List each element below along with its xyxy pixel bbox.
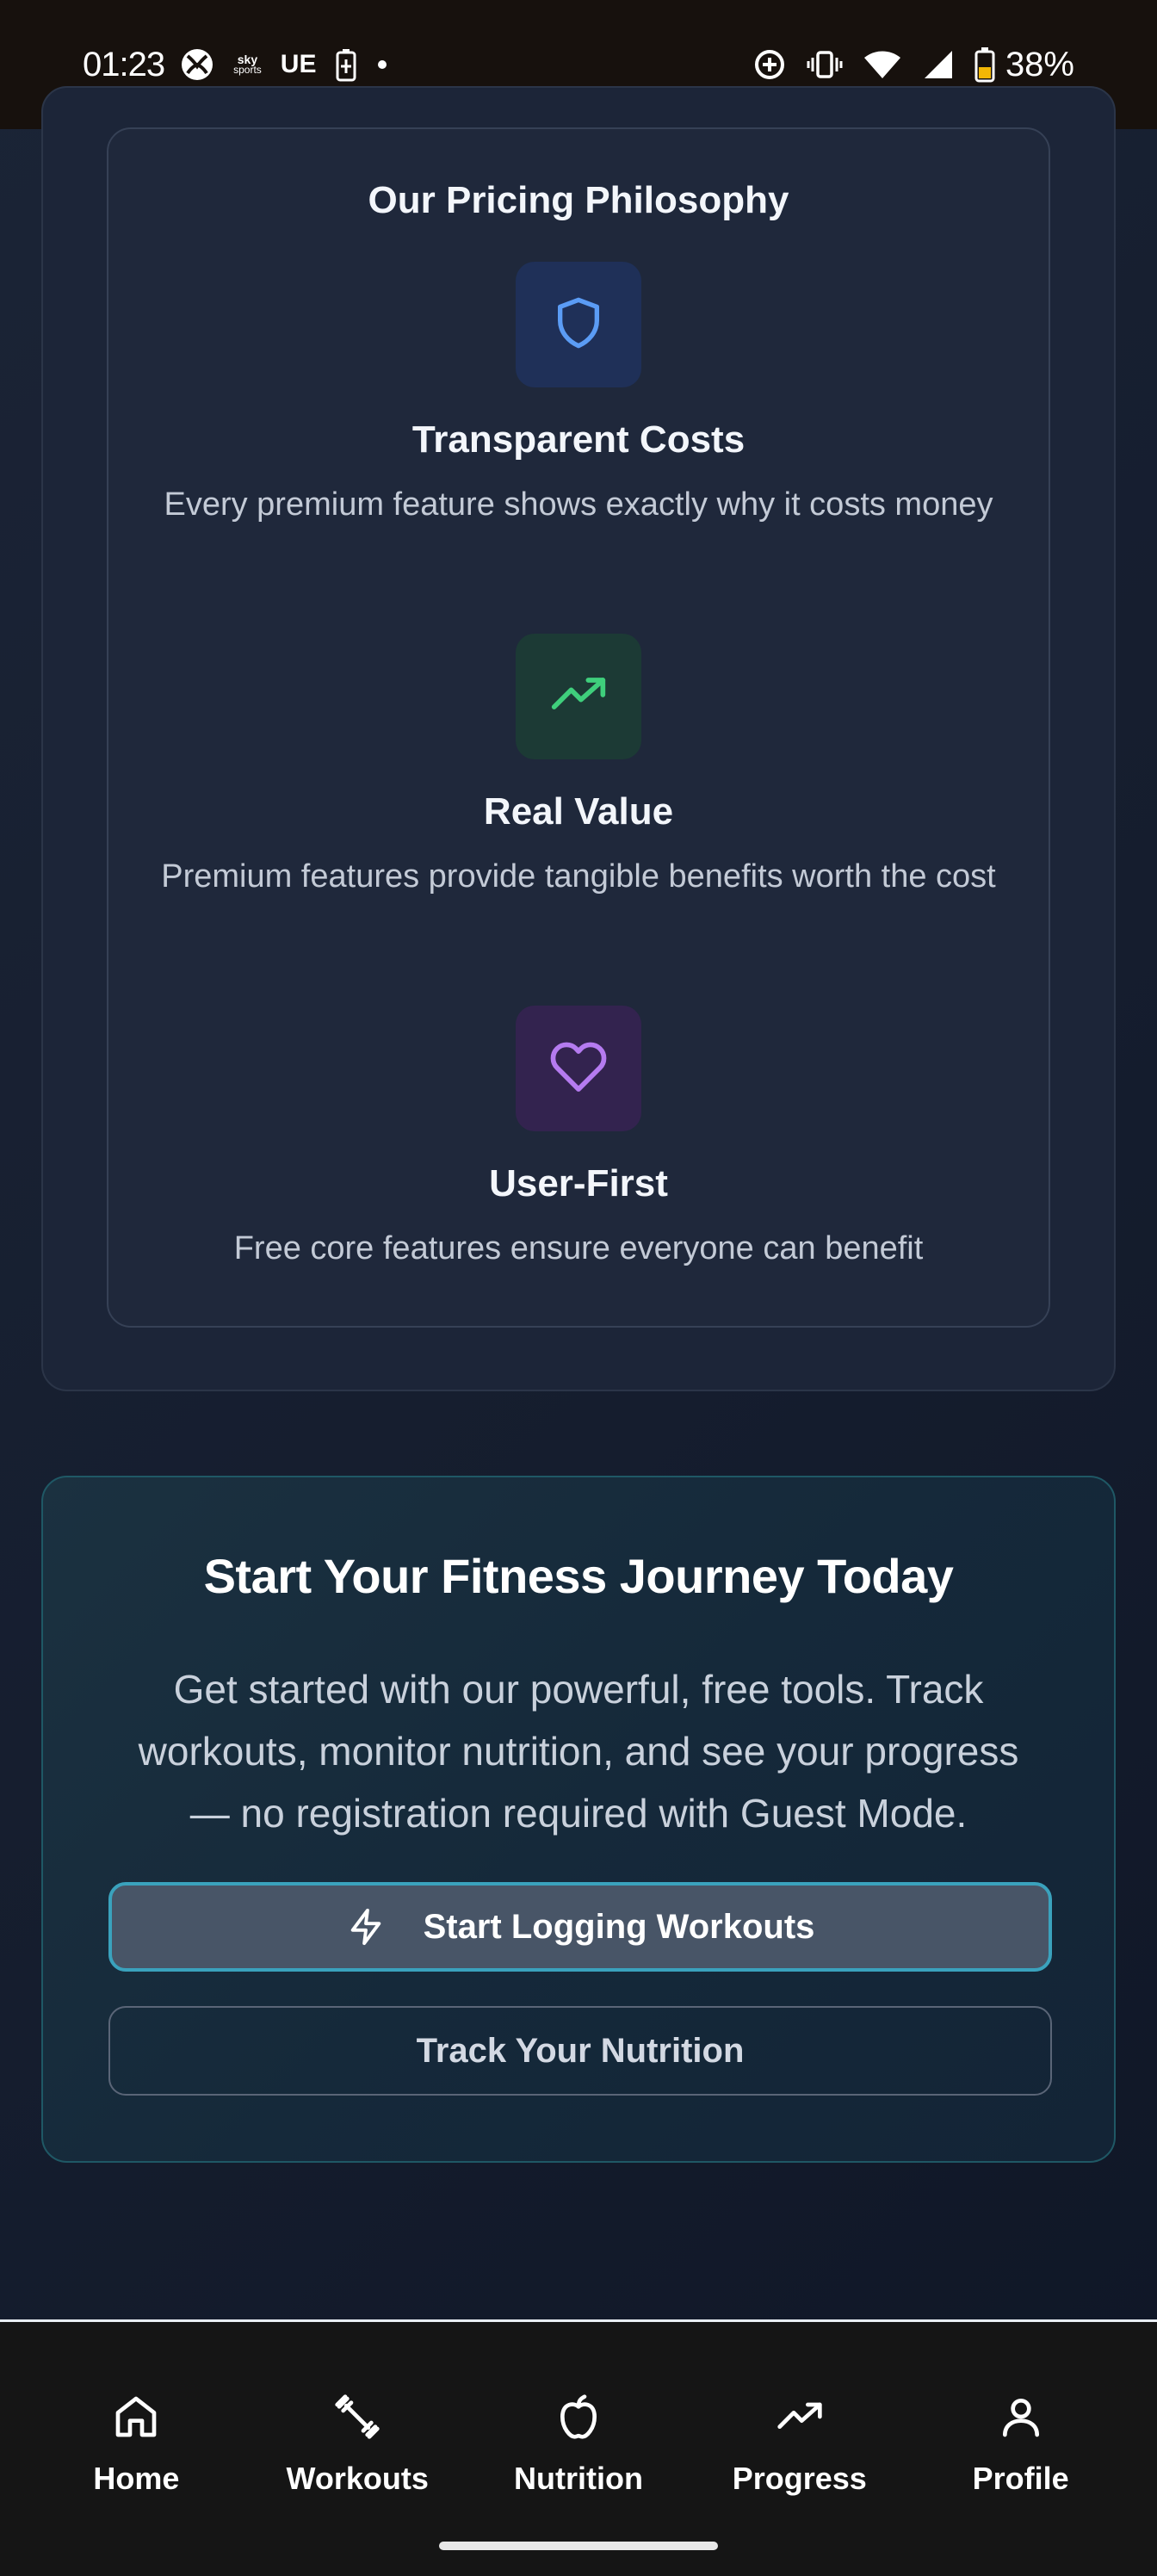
cta-title: Start Your Fitness Journey Today [203, 1549, 954, 1603]
heart-icon-box [516, 1006, 641, 1131]
nav-label-workouts: Workouts [286, 2461, 429, 2496]
lightning-icon [346, 1907, 386, 1947]
apple-icon [554, 2393, 603, 2445]
start-logging-workouts-label: Start Logging Workouts [423, 1907, 815, 1946]
status-right: 38% [752, 46, 1074, 84]
cta-description: Get started with our powerful, free tool… [138, 1667, 1019, 1836]
feature-title: User-First [489, 1162, 668, 1204]
battery-icon [974, 46, 995, 83]
heart-icon [549, 1037, 608, 1100]
status-left: 01:23 sky sports UE [83, 46, 407, 84]
home-indicator[interactable] [439, 2542, 718, 2550]
start-logging-workouts-button[interactable]: Start Logging Workouts [108, 1882, 1052, 1972]
user-icon [997, 2393, 1045, 2445]
feature-real-value: Real Value Premium features provide tang… [108, 634, 1049, 902]
trending-up-icon-box [516, 634, 641, 759]
nav-label-profile: Profile [972, 2461, 1069, 2496]
home-icon [112, 2393, 160, 2445]
nav-item-home[interactable]: Home [37, 2322, 235, 2576]
battery-saver-icon [335, 47, 357, 82]
feature-description: Every premium feature shows exactly why … [164, 486, 993, 523]
shield-icon [551, 295, 606, 355]
track-nutrition-button[interactable]: Track Your Nutrition [108, 2006, 1052, 2096]
pricing-philosophy-card: Our Pricing Philosophy Transparent Costs… [107, 127, 1050, 1328]
feature-description: Free core features ensure everyone can b… [233, 1230, 924, 1266]
trending-up-icon [549, 666, 608, 728]
dot-icon [376, 59, 388, 71]
nav-label-progress: Progress [732, 2461, 867, 2496]
ue-icon: UE [280, 50, 317, 78]
nav-item-progress[interactable]: Progress [701, 2322, 899, 2576]
data-saver-icon [752, 47, 787, 82]
feature-title: Transparent Costs [411, 418, 746, 461]
trending-up-icon [776, 2393, 824, 2445]
nav-item-profile[interactable]: Profile [922, 2322, 1120, 2576]
status-time: 01:23 [83, 45, 165, 84]
feature-title: Real Value [483, 790, 674, 833]
philosophy-title: Our Pricing Philosophy [368, 179, 789, 221]
battery-percent: 38% [1005, 45, 1074, 84]
vibrate-icon [806, 47, 844, 82]
feature-description: Premium features provide tangible benefi… [161, 858, 996, 895]
wifi-icon [863, 47, 902, 82]
sky-sports-icon: sky sports [233, 53, 262, 76]
nav-label-home: Home [93, 2461, 180, 2496]
sports-label: sports [233, 64, 262, 76]
nav-item-nutrition[interactable]: Nutrition [480, 2322, 677, 2576]
feature-transparent-costs: Transparent Costs Every premium feature … [108, 262, 1049, 530]
dumbbell-icon [333, 2393, 381, 2445]
xbox-icon [180, 47, 214, 82]
shield-icon-box [516, 262, 641, 387]
signal-icon [921, 47, 956, 82]
bottom-nav: Home Workouts Nutrition Progress Profile [0, 2322, 1157, 2576]
cta-card: Start Your Fitness Journey Today Get sta… [41, 1476, 1116, 2163]
nav-item-workouts[interactable]: Workouts [258, 2322, 456, 2576]
track-nutrition-label: Track Your Nutrition [416, 2031, 745, 2070]
feature-user-first: User-First Free core features ensure eve… [108, 1006, 1049, 1274]
nav-label-nutrition: Nutrition [514, 2461, 643, 2496]
